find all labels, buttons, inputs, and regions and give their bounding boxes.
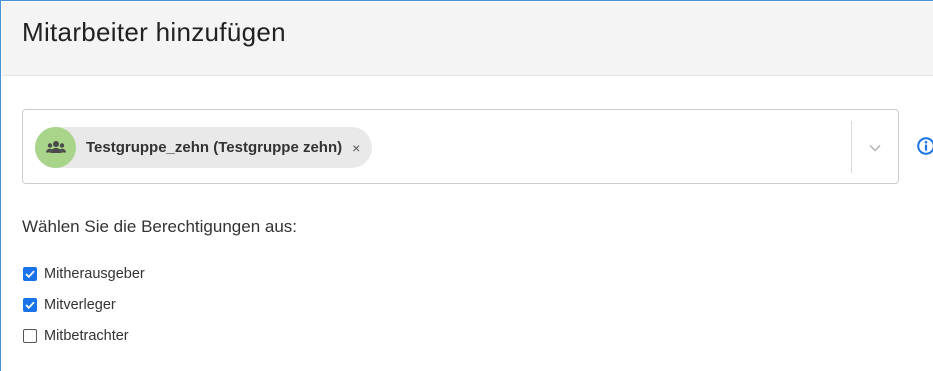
checkbox-checked[interactable] bbox=[23, 298, 37, 312]
checkmark-icon bbox=[25, 301, 35, 309]
group-icon bbox=[45, 140, 66, 153]
chevron-down-icon bbox=[869, 144, 881, 152]
permission-mitherausgeber[interactable]: Mitherausgeber bbox=[23, 266, 145, 282]
chip-remove-button[interactable]: × bbox=[352, 141, 360, 155]
dialog-header: Mitarbeiter hinzufügen bbox=[2, 2, 933, 76]
permission-mitverleger[interactable]: Mitverleger bbox=[23, 297, 116, 313]
dialog-title: Mitarbeiter hinzufügen bbox=[22, 17, 286, 47]
permissions-label: Wählen Sie die Berechtigungen aus: bbox=[22, 217, 298, 236]
permission-label: Mitverleger bbox=[44, 297, 116, 313]
permission-mitbetrachter[interactable]: Mitbetrachter bbox=[23, 328, 129, 344]
dropdown-toggle[interactable] bbox=[864, 137, 886, 159]
checkmark-icon bbox=[25, 270, 35, 278]
select-separator bbox=[851, 121, 852, 173]
selected-group-chip: Testgruppe_zehn (Testgruppe zehn) × bbox=[35, 127, 373, 168]
add-employee-dialog: Mitarbeiter hinzufügen Testgruppe_zehn (… bbox=[0, 0, 933, 371]
checkbox-unchecked[interactable] bbox=[23, 329, 37, 343]
info-icon[interactable] bbox=[917, 137, 933, 155]
chip-label: Testgruppe_zehn (Testgruppe zehn) bbox=[86, 139, 343, 156]
permission-label: Mitbetrachter bbox=[44, 328, 129, 344]
employee-select[interactable]: Testgruppe_zehn (Testgruppe zehn) × bbox=[22, 109, 899, 184]
permission-label: Mitherausgeber bbox=[44, 266, 145, 282]
checkbox-checked[interactable] bbox=[23, 267, 37, 281]
group-avatar bbox=[35, 127, 76, 168]
